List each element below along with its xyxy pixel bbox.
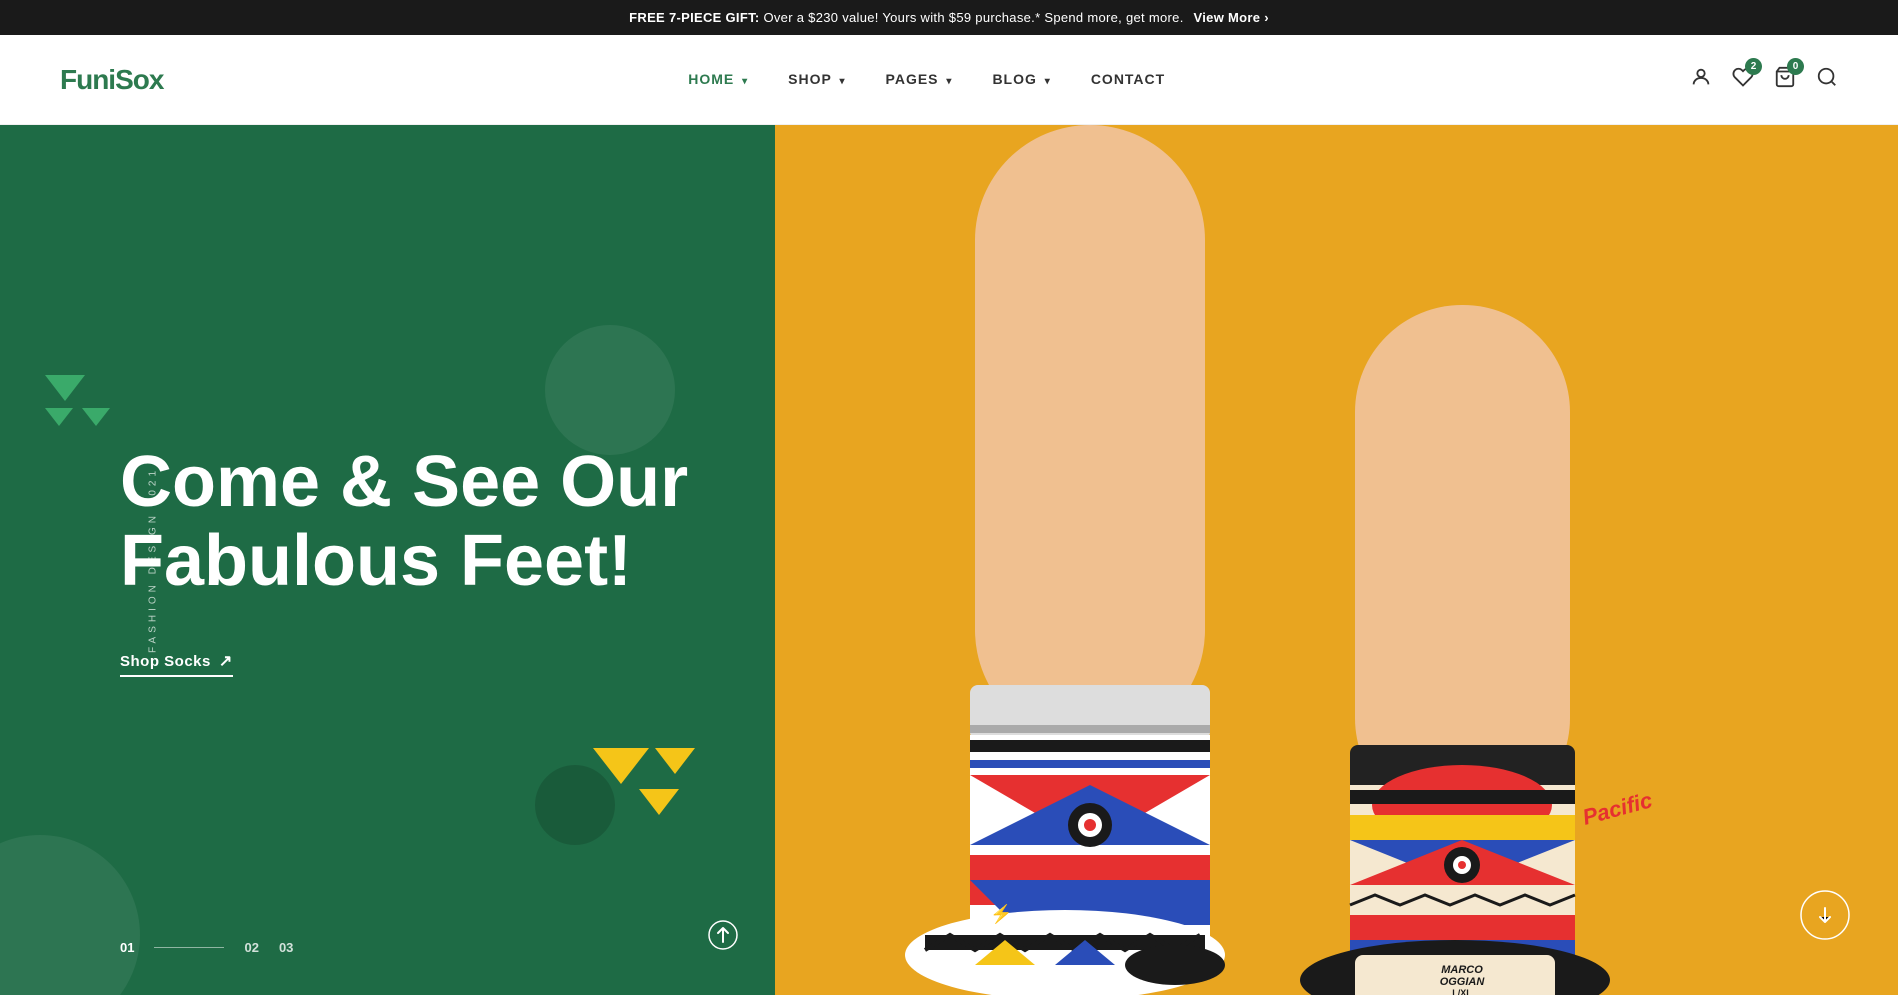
nav-list: HOME ▾ SHOP ▾ PAGES ▾ BLOG ▾ bbox=[688, 71, 1165, 89]
header-icons: 2 0 bbox=[1690, 66, 1838, 94]
main-nav: HOME ▾ SHOP ▾ PAGES ▾ BLOG ▾ bbox=[688, 71, 1165, 89]
slide-line bbox=[154, 947, 224, 948]
chevron-home: ▾ bbox=[742, 76, 748, 87]
green-arrows-decoration bbox=[45, 375, 110, 426]
nav-link-shop[interactable]: SHOP ▾ bbox=[788, 71, 845, 87]
nav-item-home[interactable]: HOME ▾ bbox=[688, 71, 748, 89]
header: FuniSox HOME ▾ SHOP ▾ PAGES ▾ bbox=[0, 35, 1898, 125]
nav-item-pages[interactable]: PAGES ▾ bbox=[886, 71, 953, 89]
slide-num-3[interactable]: 03 bbox=[279, 940, 293, 955]
user-icon-button[interactable] bbox=[1690, 66, 1712, 94]
hero-title: Come & See Our Fabulous Feet! bbox=[120, 443, 775, 601]
shop-socks-cta[interactable]: Shop Socks ↗ bbox=[120, 651, 233, 677]
hero-content: Come & See Our Fabulous Feet! Shop Socks… bbox=[120, 443, 775, 677]
yellow-arrows-decoration bbox=[593, 748, 695, 815]
announcement-text: Over a $230 value! Yours with $59 purcha… bbox=[763, 10, 1183, 25]
cart-icon-button[interactable]: 0 bbox=[1774, 66, 1796, 94]
hero-right-panel: MARCO OGGIAN L/XL Pacific ⚡ bbox=[775, 125, 1898, 995]
nav-item-blog[interactable]: BLOG ▾ bbox=[992, 71, 1050, 89]
slide-num-1[interactable]: 01 bbox=[120, 940, 134, 955]
nav-link-pages[interactable]: PAGES ▾ bbox=[886, 71, 953, 87]
slide-num-2[interactable]: 02 bbox=[244, 940, 258, 955]
green-arrow-3 bbox=[82, 408, 110, 426]
announcement-bold: FREE 7-PIECE GIFT: bbox=[629, 10, 759, 25]
svg-text:L/XL: L/XL bbox=[1452, 988, 1472, 995]
announcement-bar: FREE 7-PIECE GIFT: Over a $230 value! Yo… bbox=[0, 0, 1898, 35]
yellow-arrow-2 bbox=[655, 748, 695, 774]
hero-section: FASHION DESIGN 2021 Come & See Our Fabul… bbox=[0, 125, 1898, 995]
hero-nav-arrows bbox=[701, 921, 745, 965]
chevron-shop: ▾ bbox=[840, 76, 846, 87]
nav-item-shop[interactable]: SHOP ▾ bbox=[788, 71, 845, 89]
chevron-pages: ▾ bbox=[946, 76, 952, 87]
sock-illustration: MARCO OGGIAN L/XL Pacific ⚡ bbox=[775, 125, 1898, 995]
search-icon-button[interactable] bbox=[1816, 66, 1838, 94]
wishlist-badge: 2 bbox=[1745, 58, 1762, 75]
chevron-blog: ▾ bbox=[1045, 76, 1051, 87]
cart-badge: 0 bbox=[1787, 58, 1804, 75]
cta-arrow-icon: ↗ bbox=[219, 651, 233, 671]
slide-indicators: 01 02 03 bbox=[120, 940, 293, 955]
wishlist-icon-button[interactable]: 2 bbox=[1732, 66, 1754, 94]
hero-left-panel: FASHION DESIGN 2021 Come & See Our Fabul… bbox=[0, 125, 775, 995]
announcement-link[interactable]: View More bbox=[1194, 10, 1269, 25]
shop-socks-label: Shop Socks bbox=[120, 653, 211, 670]
hero-nav-up[interactable] bbox=[701, 921, 745, 965]
deco-circle-bottom-left bbox=[0, 835, 140, 995]
nav-item-contact[interactable]: CONTACT bbox=[1091, 71, 1165, 89]
deco-circle-mid-right bbox=[545, 325, 675, 455]
green-arrow-1 bbox=[45, 375, 85, 401]
logo[interactable]: FuniSox bbox=[60, 64, 163, 96]
nav-link-contact[interactable]: CONTACT bbox=[1091, 71, 1165, 87]
logo-s: S bbox=[115, 64, 133, 95]
green-arrow-2 bbox=[45, 408, 73, 426]
svg-text:MARCO: MARCO bbox=[1441, 964, 1483, 976]
nav-link-home[interactable]: HOME ▾ bbox=[688, 71, 748, 87]
yellow-arrow-1 bbox=[593, 748, 649, 784]
svg-text:OGGIAN: OGGIAN bbox=[1440, 976, 1486, 988]
nav-link-blog[interactable]: BLOG ▾ bbox=[992, 71, 1050, 87]
logo-part2: ox bbox=[133, 64, 164, 95]
yellow-arrow-3 bbox=[639, 789, 679, 815]
logo-part1: Funi bbox=[60, 64, 115, 95]
svg-text:⚡: ⚡ bbox=[990, 903, 1012, 925]
